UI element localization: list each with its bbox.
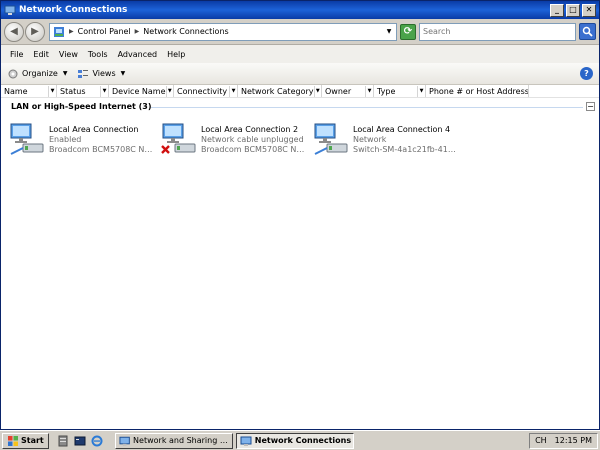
taskbar-item-network-connections[interactable]: Network Connections (235, 432, 354, 449)
column-dropdown-icon[interactable]: ▼ (229, 85, 237, 97)
refresh-icon: ⟳ (403, 26, 413, 37)
network-adapter-disconnected-icon (161, 123, 196, 154)
connection-device: Broadcom BCM5708C Net... (201, 145, 307, 154)
quick-launch (57, 435, 103, 447)
connection-device: Switch-SM-4a1c21fb-41dc... (353, 145, 459, 154)
menu-tools[interactable]: Tools (83, 50, 113, 59)
maximize-button[interactable]: □ (566, 3, 580, 17)
window-title: Network Connections (19, 5, 128, 15)
menu-bar: File Edit View Tools Advanced Help (1, 45, 599, 63)
connection-status: Enabled (49, 135, 82, 144)
start-button[interactable]: Start (2, 432, 49, 449)
column-header-connectivity[interactable]: Connectivity ▼ (174, 85, 238, 97)
refresh-button[interactable]: ⟳ (400, 23, 416, 40)
minimize-button[interactable]: _ (550, 3, 564, 17)
column-header-phone-or-host-address[interactable]: Phone # or Host Address▼ (426, 85, 529, 97)
back-button[interactable]: ◀ (4, 21, 24, 42)
search-input[interactable] (423, 27, 575, 36)
menu-help[interactable]: Help (162, 50, 190, 59)
column-dropdown-icon[interactable]: ▼ (313, 85, 322, 97)
taskbar-item-network-sharing-center[interactable]: Network and Sharing Ce... (114, 432, 233, 449)
connection-tile[interactable]: Local Area Connection 4 Network Switch-S… (313, 122, 461, 158)
connections-list: LAN or High-Speed Internet (3) − Local A… (1, 98, 599, 409)
breadcrumb-control-panel[interactable]: Control Panel (78, 27, 131, 36)
column-dropdown-icon[interactable]: ▼ (417, 85, 425, 97)
address-bar: ◀ ▶ ▶ Control Panel ▶ Network Connection… (1, 19, 599, 45)
forward-button[interactable]: ▶ (25, 21, 45, 42)
menu-edit[interactable]: Edit (28, 50, 54, 59)
menu-advanced[interactable]: Advanced (113, 50, 163, 59)
search-button[interactable] (579, 23, 596, 40)
command-toolbar: Organize ▼ Views ▼ ? (1, 63, 599, 85)
system-tray: CH 12:15 PM (529, 432, 598, 449)
column-dropdown-icon[interactable]: ▼ (365, 85, 373, 97)
column-dropdown-icon[interactable]: ▼ (48, 85, 56, 97)
network-sharing-center-icon (119, 436, 130, 446)
server-manager-icon[interactable] (57, 435, 69, 447)
views-icon (78, 69, 89, 78)
minus-icon: − (587, 101, 594, 111)
network-adapter-icon (10, 123, 44, 155)
menu-view[interactable]: View (54, 50, 83, 59)
column-headers: Name ▼ Status ▼ Device Name ▼ Connectivity ▼… (1, 85, 599, 98)
taskbar-item-label: Network Connections (254, 436, 352, 445)
chevron-down-icon: ▼ (62, 70, 68, 77)
organize-button[interactable]: Organize ▼ (7, 68, 67, 80)
control-panel-icon (54, 26, 64, 37)
close-icon: ✕ (585, 5, 593, 14)
connection-name: Local Area Connection 2 (201, 125, 299, 134)
connection-name: Local Area Connection (49, 125, 139, 134)
menu-file[interactable]: File (5, 50, 28, 59)
network-connections-icon (240, 436, 252, 446)
column-header-type[interactable]: Type ▼ (374, 85, 426, 97)
explorer-window: Network Connections _ □ ✕ ◀ ▶ ▶ Control … (0, 0, 600, 430)
group-header[interactable]: LAN or High-Speed Internet (3) (11, 102, 152, 111)
taskbar-item-label: Network and Sharing Ce... (133, 436, 232, 445)
connection-name: Local Area Connection 4 (353, 125, 451, 134)
connection-status: Network (353, 135, 387, 144)
column-header-owner[interactable]: Owner ▼ (322, 85, 374, 97)
title-bar[interactable]: Network Connections _ □ ✕ (1, 1, 599, 19)
connection-tile[interactable]: Local Area Connection Enabled Broadcom B… (9, 122, 157, 158)
column-header-network-category[interactable]: Network Category ▼ (238, 85, 322, 97)
input-language-indicator[interactable]: CH (535, 436, 547, 445)
forward-arrow-icon: ▶ (31, 26, 39, 37)
group-divider (151, 107, 583, 108)
connection-status: Network cable unplugged (201, 135, 304, 144)
organize-label: Organize (22, 69, 58, 78)
column-dropdown-icon[interactable]: ▼ (165, 85, 173, 97)
column-header-name[interactable]: Name ▼ (1, 85, 57, 97)
breadcrumb-network-connections[interactable]: Network Connections (143, 27, 228, 36)
group-collapse-button[interactable]: − (586, 102, 595, 111)
connection-tile[interactable]: Local Area Connection 2 Network cable un… (161, 122, 309, 158)
column-dropdown-icon[interactable]: ▼ (100, 85, 108, 97)
windows-logo-icon (8, 435, 18, 446)
back-arrow-icon: ◀ (10, 26, 18, 37)
views-label: Views (92, 69, 116, 78)
close-button[interactable]: ✕ (582, 3, 596, 17)
command-prompt-icon[interactable] (74, 435, 86, 447)
search-box (419, 22, 576, 41)
chevron-down-icon: ▼ (120, 70, 126, 77)
network-adapter-icon (314, 123, 348, 155)
chevron-right-icon[interactable]: ▶ (69, 28, 74, 35)
breadcrumb[interactable]: ▶ Control Panel ▶ Network Connections ▼ (49, 22, 397, 41)
internet-explorer-icon[interactable] (91, 435, 103, 447)
taskbar: Start Network and Sharing Ce... Network … (0, 430, 600, 450)
views-button[interactable]: Views ▼ (77, 68, 125, 80)
help-icon[interactable]: ? (580, 67, 593, 80)
minimize-icon: _ (555, 5, 559, 14)
maximize-icon: □ (569, 5, 577, 14)
address-dropdown-icon[interactable]: ▼ (382, 24, 396, 40)
chevron-right-icon[interactable]: ▶ (135, 28, 140, 35)
column-header-status[interactable]: Status ▼ (57, 85, 109, 97)
connection-device: Broadcom BCM5708C Net... (49, 145, 155, 154)
organize-icon (8, 69, 18, 78)
column-header-device-name[interactable]: Device Name ▼ (109, 85, 174, 97)
start-label: Start (21, 436, 44, 445)
network-folder-icon (4, 5, 16, 15)
clock[interactable]: 12:15 PM (555, 436, 592, 445)
magnifier-icon (582, 26, 593, 37)
